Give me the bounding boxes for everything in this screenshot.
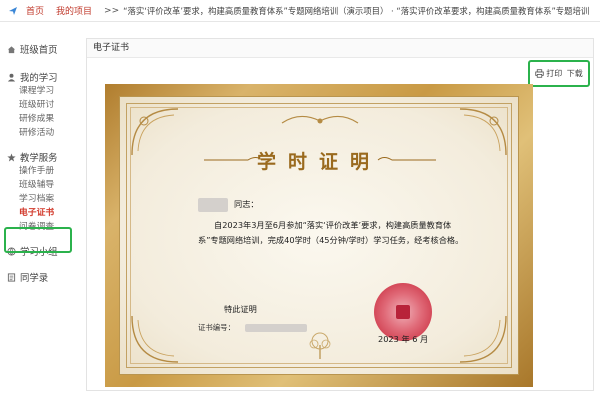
download-label: 下载 xyxy=(566,69,583,78)
sidebar-item-manual[interactable]: 操作手册 xyxy=(0,164,75,178)
certificate-number-label: 证书编号： xyxy=(198,323,235,332)
sidebar-item-class-tutoring[interactable]: 班级辅导 xyxy=(0,178,75,192)
salutation: 同志： xyxy=(234,199,259,209)
sidebar-section-label: 我的学习 xyxy=(20,73,58,84)
sidebar-item-label: 同学录 xyxy=(20,273,49,284)
certificate-closing: 特此证明 xyxy=(224,304,257,314)
star-icon xyxy=(7,152,16,161)
sidebar-section-label: 教学服务 xyxy=(20,153,58,164)
sidebar-item-classmates[interactable]: 同学录 xyxy=(0,270,75,284)
download-button[interactable]: 下载 xyxy=(567,68,583,79)
sidebar-item-e-certificate[interactable]: 电子证书 xyxy=(0,206,75,220)
sidebar-highlight-box xyxy=(4,227,72,253)
navigation-arrow-icon xyxy=(9,6,17,15)
home-icon xyxy=(7,45,16,53)
breadcrumb-home-link[interactable]: 首页 xyxy=(26,4,44,17)
recipient-line: 同志： xyxy=(198,197,468,212)
tree-ornament-icon xyxy=(309,332,331,359)
certificate-body: 同志： 自2023年3月至6月参加“落实‘评价改革’要求，构建高质量教育体系”专… xyxy=(198,197,468,248)
user-icon xyxy=(7,73,16,82)
seal-core xyxy=(396,305,410,319)
panel-title: 电子证书 xyxy=(87,39,593,58)
print-button[interactable]: 打印 xyxy=(535,68,562,79)
certificate-number-redacted xyxy=(244,323,307,332)
certificate-date: 2023 年 6 月 xyxy=(378,334,429,344)
sidebar-section-my-study[interactable]: 我的学习 xyxy=(0,70,75,84)
breadcrumb-current-path: “落实‘评价改革’要求，构建高质量教育体系”专题网络培训（演示项目） · “落实… xyxy=(123,5,590,16)
address-book-icon xyxy=(7,272,16,282)
breadcrumb-my-projects-link[interactable]: 我的项目 xyxy=(56,4,92,17)
sidebar-item-label: 班级首页 xyxy=(20,45,58,56)
sidebar-item-class-discussion[interactable]: 班级研讨 xyxy=(0,98,75,112)
sidebar-item-class-home[interactable]: 班级首页 xyxy=(0,42,75,56)
certificate-toolbar: 打印 下载 xyxy=(528,60,590,87)
sidebar-item-study-archive[interactable]: 学习档案 xyxy=(0,192,75,206)
recipient-name-redacted xyxy=(198,197,228,212)
sidebar-section-teaching-service[interactable]: 教学服务 xyxy=(0,150,75,164)
certificate-text: 自2023年3月至6月参加“落实‘评价改革’要求，构建高质量教育体系”专题网络培… xyxy=(198,220,464,245)
printer-icon xyxy=(535,69,544,78)
certificate-title: 学时证明 xyxy=(256,151,381,173)
certificate-paper: 学时证明 同志： 自2023年3月至6月参加“落实‘评价改革’要求，构建高质量教… xyxy=(119,96,519,375)
top-ornament-icon xyxy=(281,115,359,124)
sidebar-item-course-study[interactable]: 课程学习 xyxy=(0,84,75,98)
breadcrumb: 首页 我的项目 >> “落实‘评价改革’要求，构建高质量教育体系”专题网络培训（… xyxy=(0,0,600,22)
breadcrumb-separator: >> xyxy=(104,5,120,16)
sidebar-item-research-results[interactable]: 研修成果 xyxy=(0,112,75,126)
corner-ornament-icon xyxy=(131,315,179,363)
sidebar-nav: 班级首页 我的学习 课程学习 班级研讨 研修成果 研修活动 教学服务 操作手册 … xyxy=(0,38,75,338)
print-label: 打印 xyxy=(546,69,563,78)
certificate-image: 学时证明 同志： 自2023年3月至6月参加“落实‘评价改革’要求，构建高质量教… xyxy=(105,84,533,387)
sidebar-item-research-activities[interactable]: 研修活动 xyxy=(0,126,75,140)
certificate-number: 证书编号： xyxy=(198,322,307,333)
corner-ornament-icon xyxy=(459,315,507,363)
